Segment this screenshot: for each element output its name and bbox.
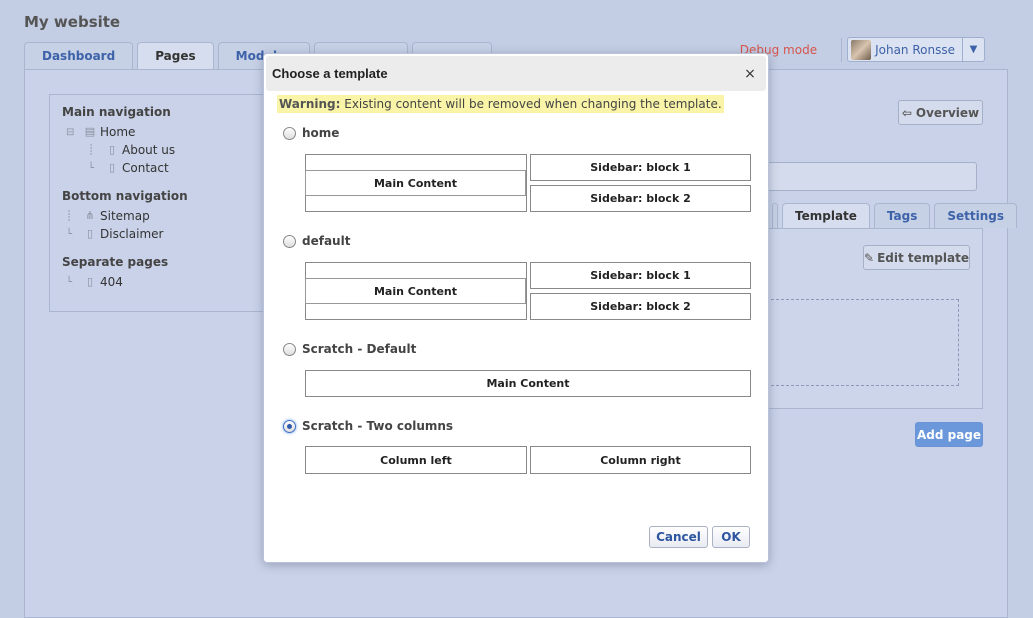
radio-button[interactable] <box>283 126 296 140</box>
layout-block-main: Main Content <box>305 278 526 304</box>
tree-heading-separate: Separate pages <box>62 255 169 269</box>
user-name: Johan Ronsse <box>875 42 955 57</box>
layout-block-sidebar-1: Sidebar: block 1 <box>530 154 751 181</box>
template-preview <box>766 299 959 386</box>
template-name: Scratch - Default <box>302 342 417 356</box>
tree-branch-icon: └ <box>66 228 73 240</box>
template-option-default[interactable]: default <box>283 234 350 248</box>
user-menu-button[interactable]: Johan Ronsse ▼ <box>847 37 985 62</box>
tree-item-about-us[interactable]: ┊ ▯ About us <box>62 141 256 159</box>
ok-button[interactable]: OK <box>712 526 750 548</box>
page-tree: Main navigation ⊟ ▤ Home ┊ ▯ About us └ … <box>49 94 269 312</box>
tree-branch-icon: ┊ <box>66 210 73 222</box>
tab-template[interactable]: Template <box>782 203 870 228</box>
layout-block-main: Main Content <box>305 170 526 196</box>
tab-hidden[interactable] <box>772 203 778 228</box>
tree-item-label: Home <box>100 125 136 139</box>
header-right: Debug mode Johan Ronsse ▼ <box>740 37 985 62</box>
tree-item-label: About us <box>122 143 176 157</box>
layout-block-sidebar-2: Sidebar: block 2 <box>530 185 751 212</box>
layout-block-column-left: Column left <box>305 446 527 474</box>
dialog-title: Choose a template <box>272 66 388 81</box>
cancel-button[interactable]: Cancel <box>649 526 708 548</box>
tree-heading-main: Main navigation <box>62 105 171 119</box>
warning-label: Warning: <box>279 97 341 111</box>
layout-block-sidebar-1: Sidebar: block 1 <box>530 262 751 289</box>
tab-tags[interactable]: Tags <box>873 203 931 228</box>
choose-template-dialog: Choose a template × Warning: Existing co… <box>263 53 769 563</box>
tab-dashboard[interactable]: Dashboard <box>24 42 134 69</box>
tab-settings[interactable]: Settings <box>934 203 1018 228</box>
tree-item-sitemap[interactable]: ┊ ⋔ Sitemap <box>62 207 256 225</box>
tree-item-label: Contact <box>122 161 169 175</box>
tree-item-label: Sitemap <box>100 209 150 223</box>
tree-item-contact[interactable]: └ ▯ Contact <box>62 159 256 177</box>
radio-button[interactable] <box>283 342 296 356</box>
tree-branch-icon: └ <box>66 276 73 288</box>
page-icon: ▯ <box>86 227 94 240</box>
collapse-icon[interactable]: ⊟ <box>66 127 80 138</box>
tree-group-bottom: Bottom navigation ┊ ⋔ Sitemap └ ▯ Discla… <box>62 189 256 243</box>
arrow-left-icon: ⇦ <box>901 105 912 120</box>
template-name: Scratch - Two columns <box>302 419 454 433</box>
radio-button[interactable] <box>283 234 296 248</box>
tree-group-main: Main navigation ⊟ ▤ Home ┊ ▯ About us └ … <box>62 105 256 177</box>
close-icon[interactable]: × <box>742 66 758 82</box>
edit-template-label: Edit template <box>877 250 969 265</box>
page-icon: ▯ <box>108 143 116 156</box>
template-option-scratch-two-columns[interactable]: Scratch - Two columns <box>283 419 453 433</box>
edit-template-button[interactable]: ✎ Edit template <box>863 245 970 270</box>
site-title: My website <box>24 13 121 31</box>
tree-heading-bottom: Bottom navigation <box>62 189 188 203</box>
page-edit-tabs: Template Tags Settings <box>772 203 1018 228</box>
tree-item-label: Disclaimer <box>100 227 164 241</box>
tab-pages[interactable]: Pages <box>137 42 214 71</box>
template-name: default <box>302 234 351 248</box>
radio-button-selected[interactable] <box>283 419 296 433</box>
template-option-home[interactable]: home <box>283 126 339 140</box>
tree-item-404[interactable]: └ ▯ 404 <box>62 273 256 291</box>
template-option-scratch-default[interactable]: Scratch - Default <box>283 342 416 356</box>
warning-message: Warning: Existing content will be remove… <box>277 95 724 113</box>
template-name: home <box>302 126 340 140</box>
tree-item-label: 404 <box>100 275 123 289</box>
warning-text: Existing content will be removed when ch… <box>340 97 722 111</box>
layout-block-main: Main Content <box>305 370 751 397</box>
header-divider <box>841 37 843 62</box>
tree-branch-icon: ┊ <box>88 144 95 156</box>
tree-item-home[interactable]: ⊟ ▤ Home <box>62 123 256 141</box>
chevron-down-icon[interactable]: ▼ <box>962 38 984 61</box>
layout-block-column-right: Column right <box>530 446 751 474</box>
tree-item-disclaimer[interactable]: └ ▯ Disclaimer <box>62 225 256 243</box>
page-folder-icon: ▤ <box>84 125 96 138</box>
page-icon: ▯ <box>108 161 116 174</box>
add-page-button[interactable]: Add page <box>915 422 983 447</box>
page-title-input[interactable] <box>766 162 977 191</box>
layout-block-sidebar-2: Sidebar: block 2 <box>530 293 751 320</box>
avatar <box>851 39 872 60</box>
dialog-header: Choose a template × <box>266 56 766 91</box>
sitemap-icon: ⋔ <box>85 209 95 222</box>
tree-branch-icon: └ <box>88 162 95 174</box>
edit-icon: ✎ <box>864 250 875 265</box>
overview-button[interactable]: ⇦ Overview <box>898 100 983 125</box>
error-page-icon: ▯ <box>86 275 94 288</box>
tree-group-separate: Separate pages └ ▯ 404 <box>62 255 256 291</box>
overview-label: Overview <box>915 105 980 120</box>
